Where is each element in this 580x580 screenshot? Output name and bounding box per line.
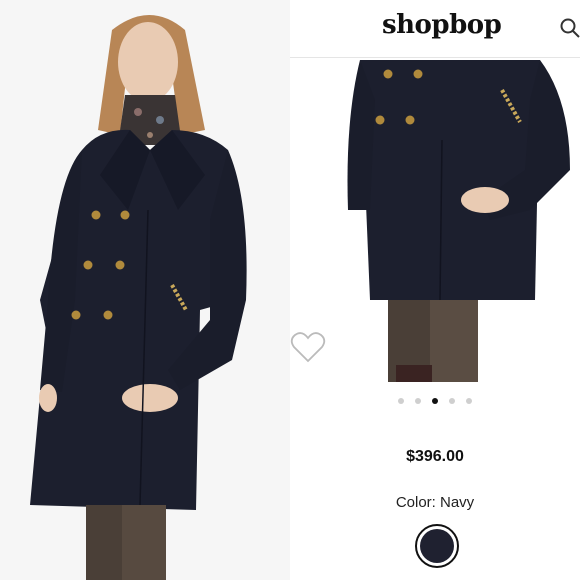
carousel-dot[interactable] [466,398,472,404]
swatch-fill [420,529,454,563]
wishlist-heart-icon[interactable] [290,330,326,364]
color-swatch-navy[interactable] [415,524,459,568]
model-wearing-coat-image [0,0,290,580]
carousel-dot[interactable] [449,398,455,404]
carousel-dot-active[interactable] [432,398,438,404]
carousel-dot[interactable] [398,398,404,404]
product-image-carousel[interactable] [330,60,580,382]
shopbop-logo[interactable]: shopbop [382,10,502,40]
site-header: shopbop [290,0,580,58]
carousel-pagination [398,398,472,404]
product-detail-panel: shopbop $396.00 Color: Navy [290,0,580,580]
product-price: $396.00 [406,448,464,465]
carousel-dot[interactable] [415,398,421,404]
search-icon[interactable] [558,16,580,38]
color-label: Color: Navy [395,494,475,511]
coat-closeup-image [330,60,580,382]
product-image-main [0,0,290,580]
